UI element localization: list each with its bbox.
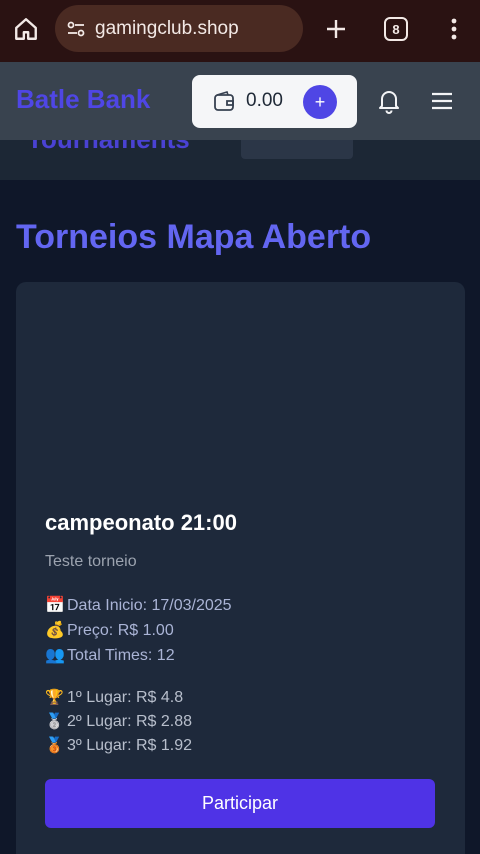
prize-third-text: 3º Lugar: R$ 1.92	[67, 737, 193, 754]
site-settings-icon[interactable]	[65, 18, 87, 40]
wallet-icon	[212, 90, 236, 114]
start-date-text: Data Inicio: 17/03/2025	[67, 597, 232, 614]
total-teams-text: Total Times: 12	[67, 647, 175, 664]
tournaments-heading: Tournaments	[27, 140, 190, 155]
money-bag-icon: 💰	[45, 622, 65, 639]
teams-icon: 👥	[45, 647, 65, 664]
notification-bell-icon[interactable]	[374, 86, 404, 116]
url-text[interactable]: gamingclub.shop	[95, 18, 239, 40]
trophy-icon: 🏆	[45, 689, 64, 706]
home-icon[interactable]	[10, 13, 42, 45]
hamburger-menu-icon[interactable]	[428, 88, 456, 114]
prize-first-text: 1º Lugar: R$ 4.8	[67, 689, 184, 706]
scrolled-content: Tournaments	[0, 140, 480, 180]
start-date: 📅 Data Inicio: 17/03/2025	[45, 595, 232, 615]
silver-medal-icon: 🥈	[45, 713, 64, 730]
more-options-icon[interactable]	[440, 13, 468, 45]
entry-price-text: Preço: R$ 1.00	[67, 622, 174, 639]
brand-logo[interactable]: Batle Bank	[16, 84, 150, 115]
bronze-medal-icon: 🥉	[45, 737, 64, 754]
prize-first: 🏆 1º Lugar: R$ 4.8	[45, 688, 183, 707]
tab-switcher-button[interactable]: 8	[384, 17, 408, 41]
prize-second: 🥈 2º Lugar: R$ 2.88	[45, 712, 192, 731]
tournament-title: campeonato 21:00	[45, 510, 237, 535]
balance-amount: 0.00	[246, 90, 283, 111]
prize-second-text: 2º Lugar: R$ 2.88	[67, 713, 193, 730]
entry-price: 💰 Preço: R$ 1.00	[45, 620, 174, 640]
calendar-icon: 📅	[45, 597, 65, 614]
new-tab-icon[interactable]	[320, 13, 352, 45]
browser-toolbar: gamingclub.shop 8	[0, 0, 480, 62]
wallet-balance[interactable]: 0.00 +	[192, 75, 357, 128]
hidden-value-box	[241, 140, 353, 159]
tournament-description: Teste torneio	[45, 553, 137, 570]
address-bar[interactable]: gamingclub.shop	[55, 5, 303, 52]
add-funds-button[interactable]: +	[303, 85, 337, 119]
prize-third: 🥉 3º Lugar: R$ 1.92	[45, 736, 192, 755]
page-title: Torneios Mapa Aberto	[16, 218, 372, 256]
total-teams: 👥 Total Times: 12	[45, 645, 175, 665]
join-tournament-button[interactable]: Participar	[45, 779, 435, 828]
